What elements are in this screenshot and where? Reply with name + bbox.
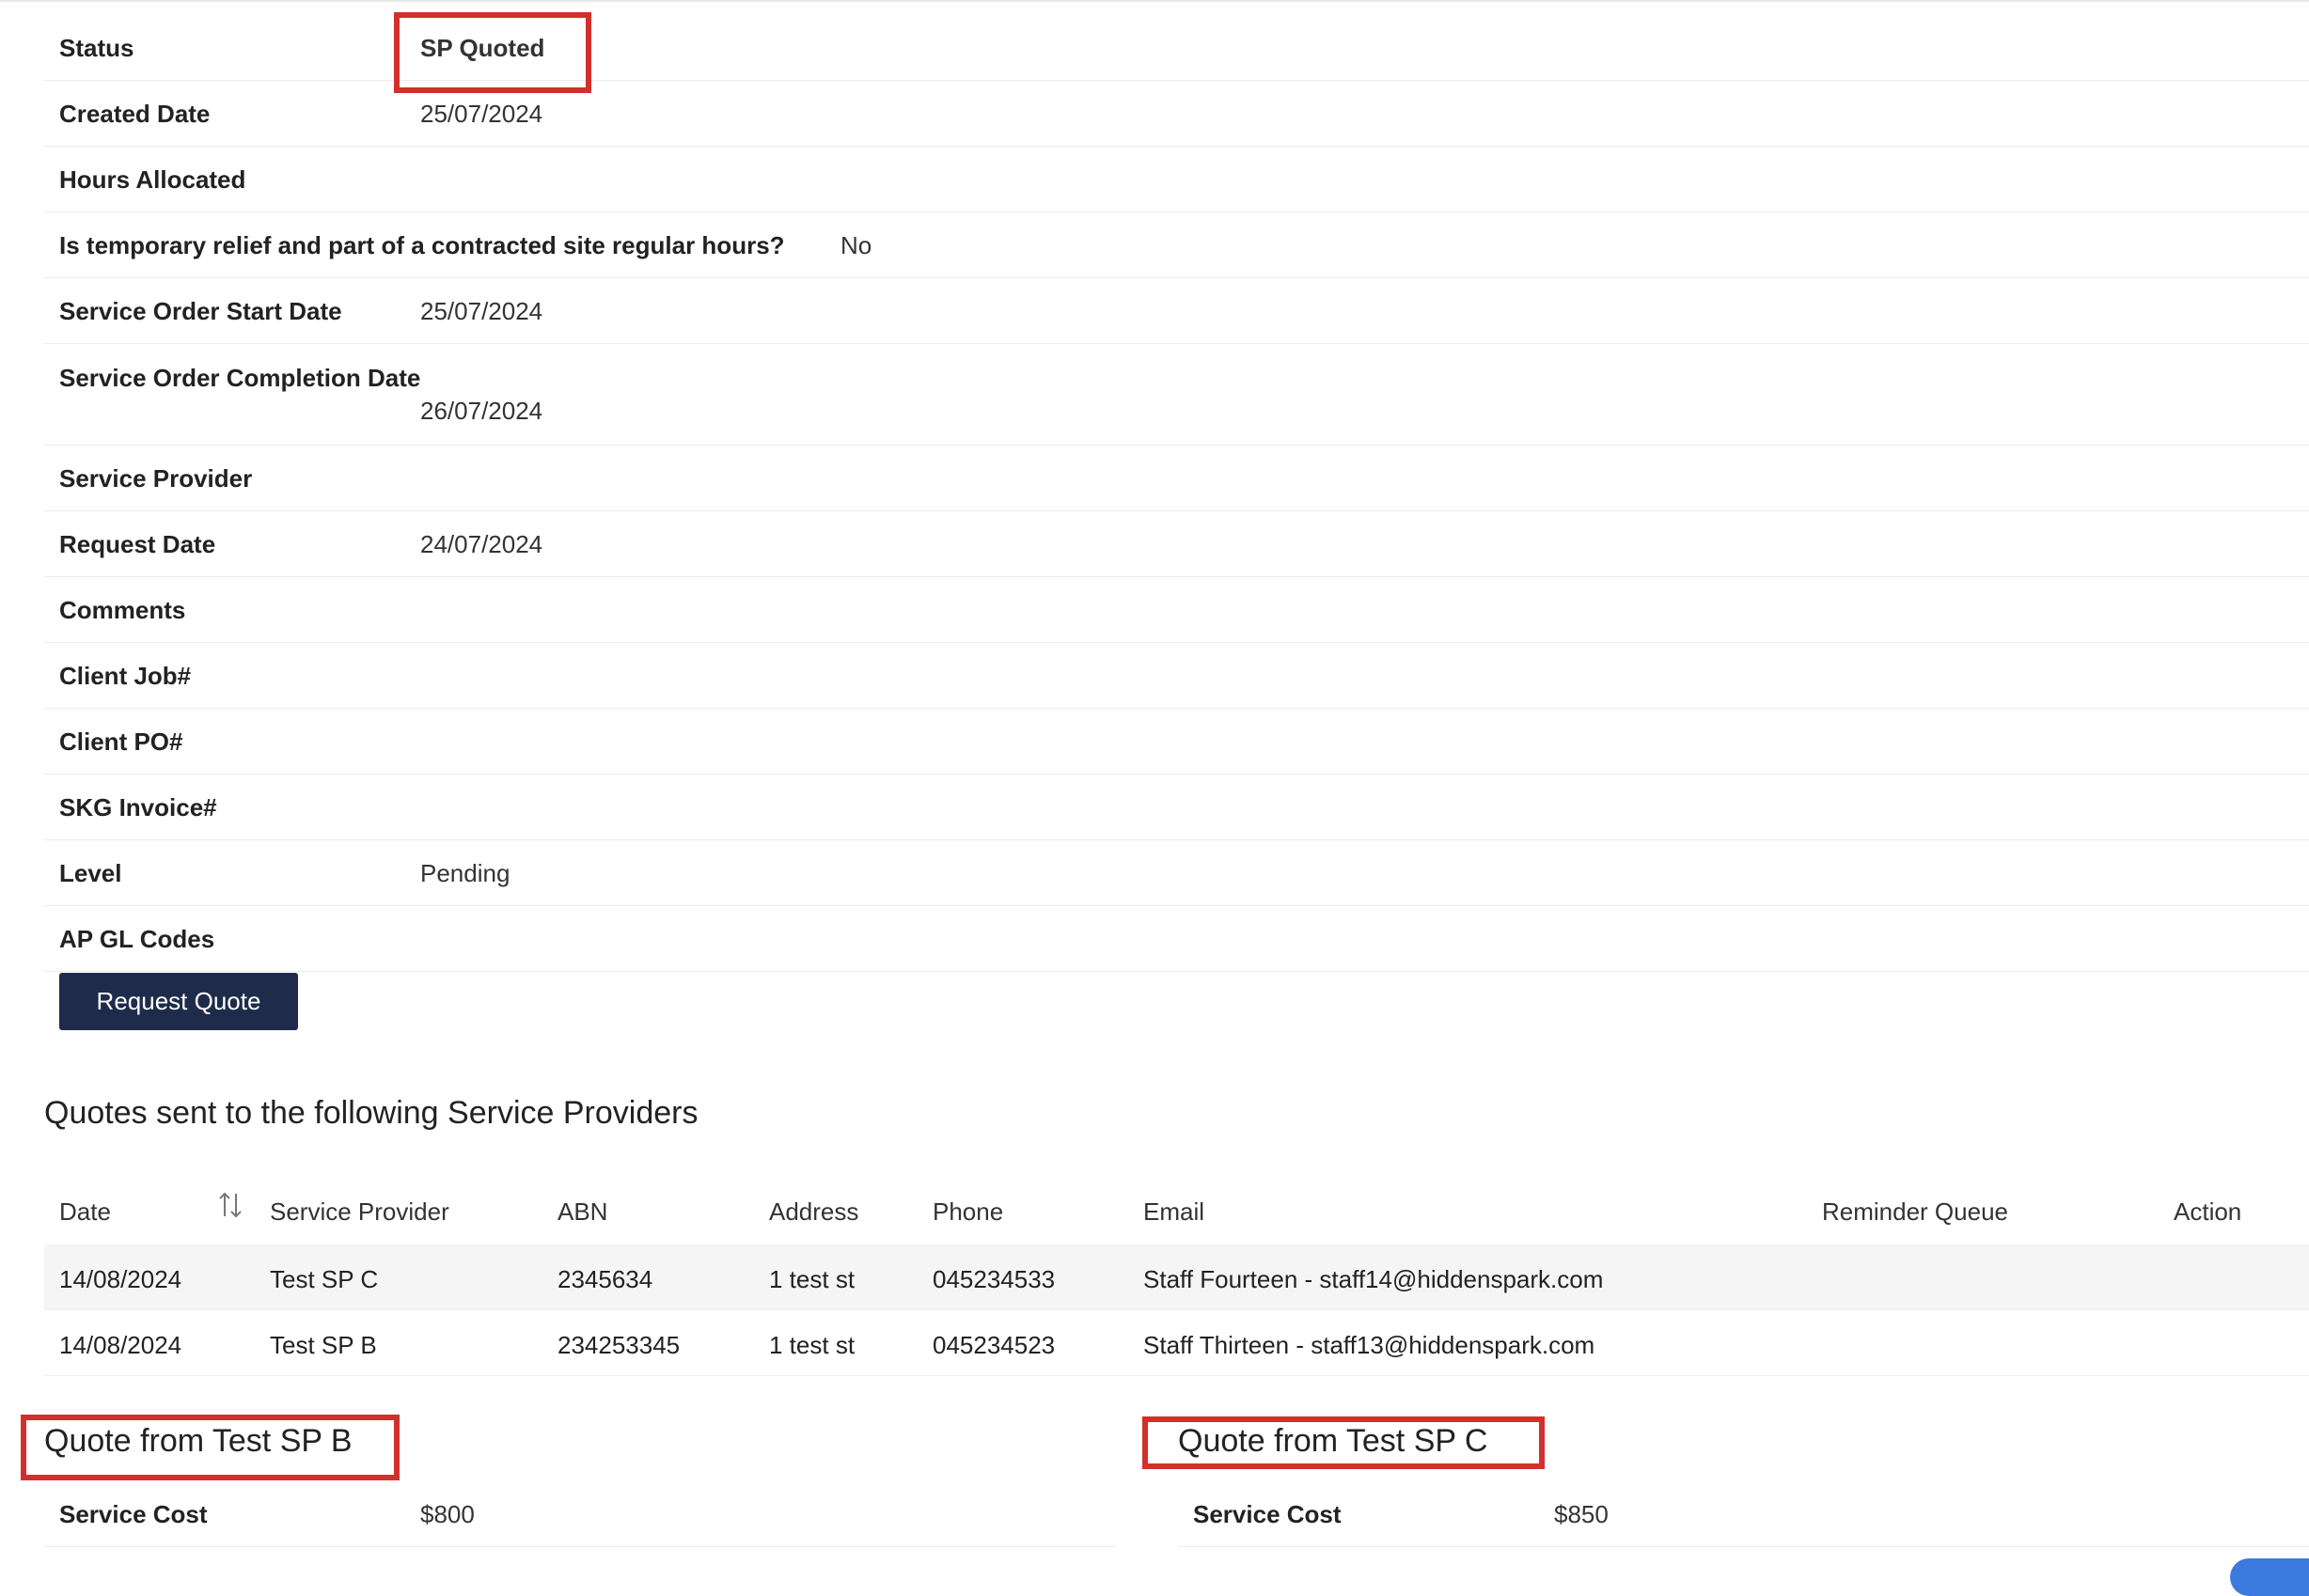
cell-email: Staff Fourteen - staff14@hiddenspark.com [1143,1265,1604,1293]
cell-service-provider: Test SP B [270,1331,377,1359]
top-divider [0,0,2309,2]
quotes-section-heading: Quotes sent to the following Service Pro… [44,1095,699,1131]
status-highlight-box [394,12,591,93]
detail-label: SKG Invoice# [59,793,217,821]
request-quote-button[interactable]: Request Quote [59,973,298,1030]
detail-row-service-provider: Service Provider [44,446,2309,511]
cell-date: 14/08/2024 [59,1331,182,1359]
cell-service-provider: Test SP C [270,1265,379,1293]
cell-phone: 045234523 [933,1331,1056,1359]
cell-abn: 234253345 [558,1331,681,1359]
detail-value: 25/07/2024 [420,100,543,128]
detail-row-level: Level Pending [44,840,2309,906]
detail-row-temporary-relief: Is temporary relief and part of a contra… [44,212,2309,278]
detail-row-start-date: Service Order Start Date 25/07/2024 [44,278,2309,344]
column-header-email: Email [1143,1197,1205,1226]
column-header-service-provider: Service Provider [270,1197,449,1226]
detail-value: 25/07/2024 [420,297,543,325]
detail-value: 26/07/2024 [420,397,543,425]
service-cost-value: $850 [1554,1500,1609,1528]
quote-c-cost-row: Service Cost $850 [1178,1481,2309,1547]
cell-abn: 2345634 [558,1265,653,1293]
sort-arrows-icon[interactable] [217,1190,245,1222]
detail-row-status: Status SP Quoted [44,15,2309,81]
detail-label: Is temporary relief and part of a contra… [59,231,785,259]
detail-row-request-date: Request Date 24/07/2024 [44,511,2309,577]
column-header-date[interactable]: Date [59,1197,111,1227]
detail-row-comments: Comments [44,577,2309,643]
cell-date: 14/08/2024 [59,1265,182,1293]
detail-label: Service Order Completion Date [59,364,421,392]
detail-value: Pending [420,859,510,887]
detail-row-ap-gl-codes: AP GL Codes [44,906,2309,972]
cell-address: 1 test st [769,1265,856,1293]
quote-b-highlight-box [21,1415,400,1480]
column-header-abn: ABN [558,1197,608,1226]
detail-value: No [840,231,872,259]
cell-phone: 045234533 [933,1265,1056,1293]
detail-row-client-po: Client PO# [44,709,2309,775]
column-header-address: Address [769,1197,859,1226]
column-header-phone: Phone [933,1197,1004,1226]
detail-label: Status [59,34,134,62]
quote-c-highlight-box [1142,1416,1545,1469]
table-row: 14/08/2024 Test SP C 2345634 1 test st 0… [44,1244,2309,1310]
cell-address: 1 test st [769,1331,856,1359]
detail-label: Request Date [59,530,216,558]
detail-label: Service Order Start Date [59,297,342,325]
service-cost-label: Service Cost [59,1500,208,1528]
detail-row-client-job: Client Job# [44,643,2309,709]
quotes-table-header: Date Service Provider ABN Address Phone … [44,1177,2309,1244]
quotes-table: Date Service Provider ABN Address Phone … [44,1177,2309,1376]
detail-label: Service Provider [59,464,253,493]
detail-label: AP GL Codes [59,925,215,953]
detail-label: Client Job# [59,662,192,690]
detail-label: Created Date [59,100,211,128]
column-header-action: Action [2174,1197,2242,1226]
detail-label: Client PO# [59,728,183,756]
detail-label: Level [59,859,122,887]
detail-row-created-date: Created Date 25/07/2024 [44,81,2309,147]
service-cost-label: Service Cost [1193,1500,1342,1528]
quote-b-cost-row: Service Cost $800 [44,1481,1116,1547]
detail-row-completion-date: Service Order Completion Date 26/07/2024 [44,344,2309,446]
chat-widget-button[interactable] [2230,1558,2309,1596]
detail-row-skg-invoice: SKG Invoice# [44,775,2309,840]
service-order-details: Status SP Quoted Created Date 25/07/2024… [44,15,2309,972]
table-row: 14/08/2024 Test SP B 234253345 1 test st… [44,1310,2309,1376]
detail-row-hours-allocated: Hours Allocated [44,147,2309,212]
cell-email: Staff Thirteen - staff13@hiddenspark.com [1143,1331,1595,1359]
detail-label: Hours Allocated [59,165,246,194]
detail-value: 24/07/2024 [420,530,543,558]
detail-label: Comments [59,596,186,624]
column-header-reminder-queue: Reminder Queue [1822,1197,2008,1226]
service-cost-value: $800 [420,1500,475,1528]
